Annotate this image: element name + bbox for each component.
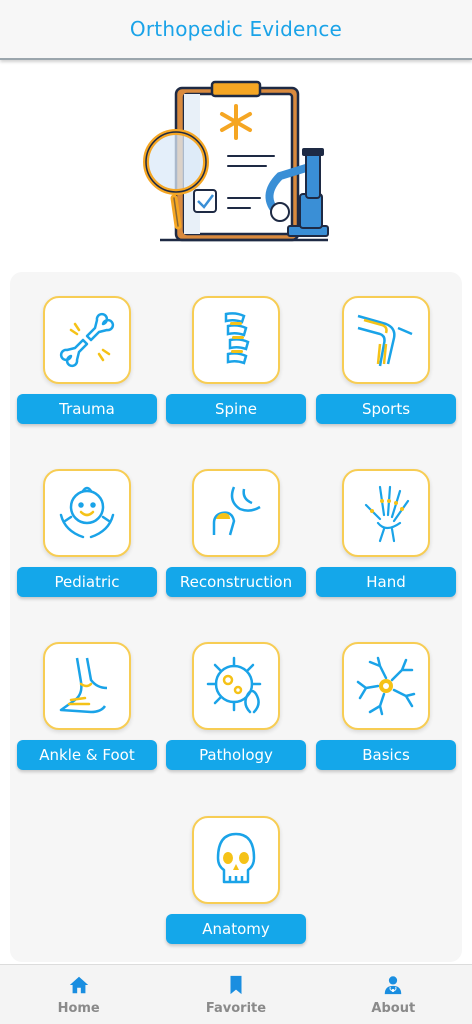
hand-bones-icon bbox=[364, 485, 410, 543]
category-reconstruction-icon-button[interactable] bbox=[192, 469, 280, 557]
category-pediatric: Pediatric bbox=[17, 469, 157, 609]
knee-joint-icon bbox=[357, 314, 413, 367]
category-ankle-foot: Ankle & Foot bbox=[17, 642, 157, 782]
category-basics: Basics bbox=[316, 642, 456, 782]
category-pathology-button[interactable]: Pathology bbox=[166, 740, 306, 770]
category-trauma: Trauma bbox=[17, 296, 157, 436]
category-anatomy-button[interactable]: Anatomy bbox=[166, 914, 306, 944]
clipboard-research-illustration bbox=[143, 80, 329, 242]
category-pathology: Pathology bbox=[166, 642, 306, 782]
nav-home[interactable]: Home bbox=[0, 965, 157, 1024]
neuron-icon bbox=[356, 656, 416, 716]
skull-icon bbox=[216, 832, 256, 884]
nav-about-label: About bbox=[371, 1001, 416, 1016]
category-basics-button[interactable]: Basics bbox=[316, 740, 456, 770]
hip-joint-icon bbox=[212, 486, 261, 536]
category-anatomy-icon-button[interactable] bbox=[192, 816, 280, 904]
hero-illustration bbox=[140, 76, 336, 248]
doctor-icon bbox=[385, 976, 402, 995]
broken-bone-icon bbox=[59, 312, 115, 368]
app-bar: Orthopedic Evidence bbox=[0, 0, 472, 60]
category-trauma-button[interactable]: Trauma bbox=[17, 394, 157, 424]
category-pathology-icon-button[interactable] bbox=[192, 642, 280, 730]
category-spine-icon-button[interactable] bbox=[192, 296, 280, 384]
category-trauma-icon-button[interactable] bbox=[43, 296, 131, 384]
foot-bones-icon bbox=[59, 657, 108, 714]
home-icon bbox=[69, 976, 88, 994]
category-hand-button[interactable]: Hand bbox=[316, 567, 456, 597]
bottom-navigation: Home Favorite About bbox=[0, 964, 472, 1024]
category-grid: Trauma Spine Sports Pediatric Reconstruc… bbox=[10, 272, 462, 962]
category-sports: Sports bbox=[316, 296, 456, 436]
category-sports-icon-button[interactable] bbox=[342, 296, 430, 384]
nav-favorite-label: Favorite bbox=[205, 1001, 267, 1016]
baby-face-icon bbox=[59, 486, 115, 539]
category-hand: Hand bbox=[316, 469, 456, 609]
app-root: Orthopedic Evidence Trauma Spine Sports … bbox=[0, 0, 472, 1024]
category-reconstruction: Reconstruction bbox=[166, 469, 306, 609]
nav-favorite[interactable]: Favorite bbox=[157, 965, 314, 1024]
virus-ribbon-icon bbox=[206, 656, 262, 714]
nav-about[interactable]: About bbox=[315, 965, 472, 1024]
category-sports-button[interactable]: Sports bbox=[316, 394, 456, 424]
category-anatomy: Anatomy bbox=[166, 816, 306, 956]
category-spine-button[interactable]: Spine bbox=[166, 394, 306, 424]
nav-home-label: Home bbox=[57, 1001, 100, 1016]
category-hand-icon-button[interactable] bbox=[342, 469, 430, 557]
category-spine: Spine bbox=[166, 296, 306, 436]
category-pediatric-icon-button[interactable] bbox=[43, 469, 131, 557]
spine-icon bbox=[224, 312, 250, 365]
category-basics-icon-button[interactable] bbox=[342, 642, 430, 730]
category-pediatric-button[interactable]: Pediatric bbox=[17, 567, 157, 597]
app-title: Orthopedic Evidence bbox=[129, 17, 343, 41]
category-ankle-foot-button[interactable]: Ankle & Foot bbox=[17, 740, 157, 770]
category-reconstruction-button[interactable]: Reconstruction bbox=[166, 567, 306, 597]
category-ankle-foot-icon-button[interactable] bbox=[43, 642, 131, 730]
bookmark-icon bbox=[230, 975, 242, 995]
